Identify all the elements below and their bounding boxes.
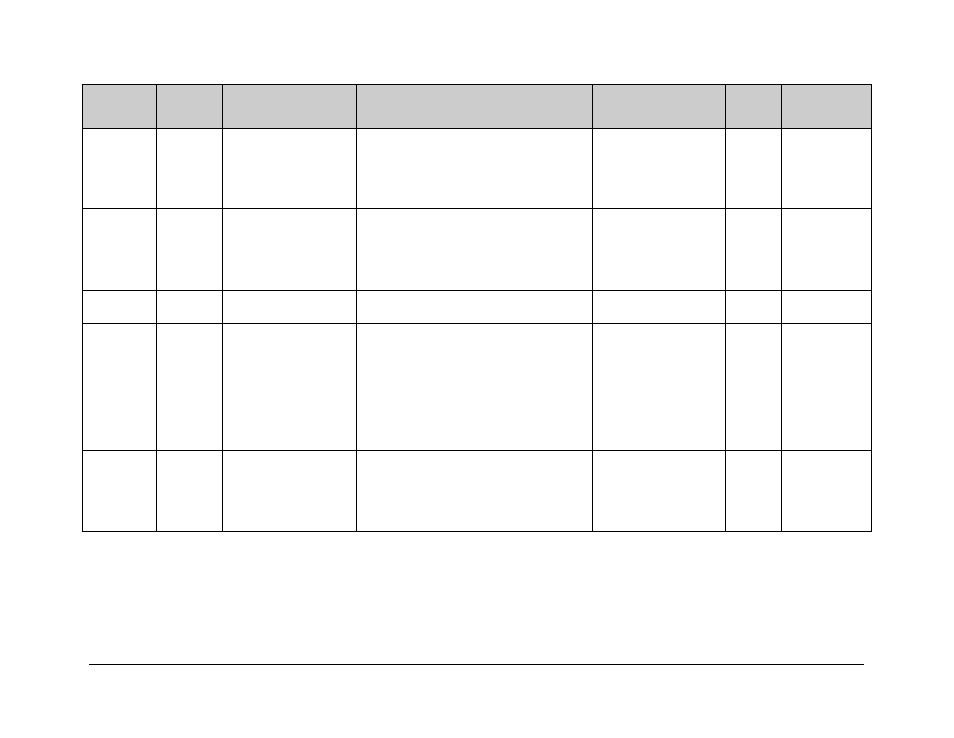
table-cell (223, 451, 357, 532)
table-cell (593, 451, 726, 532)
table-header-cell (357, 85, 593, 129)
table-cell (782, 129, 872, 209)
table-header-cell (223, 85, 357, 129)
table-cell (223, 324, 357, 451)
table-header-cell (157, 85, 223, 129)
table-cell (223, 129, 357, 209)
table-cell (593, 209, 726, 291)
table-cell (593, 324, 726, 451)
table-row (83, 451, 872, 532)
table-cell (83, 291, 157, 324)
table-header-row (83, 85, 872, 129)
data-table (82, 84, 872, 532)
table-cell (83, 129, 157, 209)
table-cell (83, 209, 157, 291)
table-cell (726, 209, 782, 291)
table-cell (782, 291, 872, 324)
table-cell (357, 129, 593, 209)
table-header-cell (782, 85, 872, 129)
table-cell (726, 324, 782, 451)
table-row (83, 209, 872, 291)
horizontal-rule (89, 664, 864, 665)
table-header-cell (83, 85, 157, 129)
table-cell (593, 129, 726, 209)
table-row (83, 291, 872, 324)
table-cell (593, 291, 726, 324)
table-cell (83, 324, 157, 451)
table-cell (726, 291, 782, 324)
table-cell (157, 209, 223, 291)
table-cell (782, 209, 872, 291)
table-cell (157, 129, 223, 209)
table-cell (223, 209, 357, 291)
table-cell (357, 209, 593, 291)
document-page (0, 0, 954, 738)
table-header-cell (726, 85, 782, 129)
table-cell (357, 324, 593, 451)
table-body (83, 129, 872, 532)
table-cell (157, 451, 223, 532)
table-row (83, 324, 872, 451)
table-cell (223, 291, 357, 324)
table-cell (726, 451, 782, 532)
table-cell (357, 291, 593, 324)
table-header-cell (593, 85, 726, 129)
table-cell (157, 291, 223, 324)
table-row (83, 129, 872, 209)
table-cell (726, 129, 782, 209)
table-cell (357, 451, 593, 532)
table-cell (83, 451, 157, 532)
table-cell (782, 324, 872, 451)
table-cell (782, 451, 872, 532)
table-container (82, 84, 871, 532)
table-cell (157, 324, 223, 451)
